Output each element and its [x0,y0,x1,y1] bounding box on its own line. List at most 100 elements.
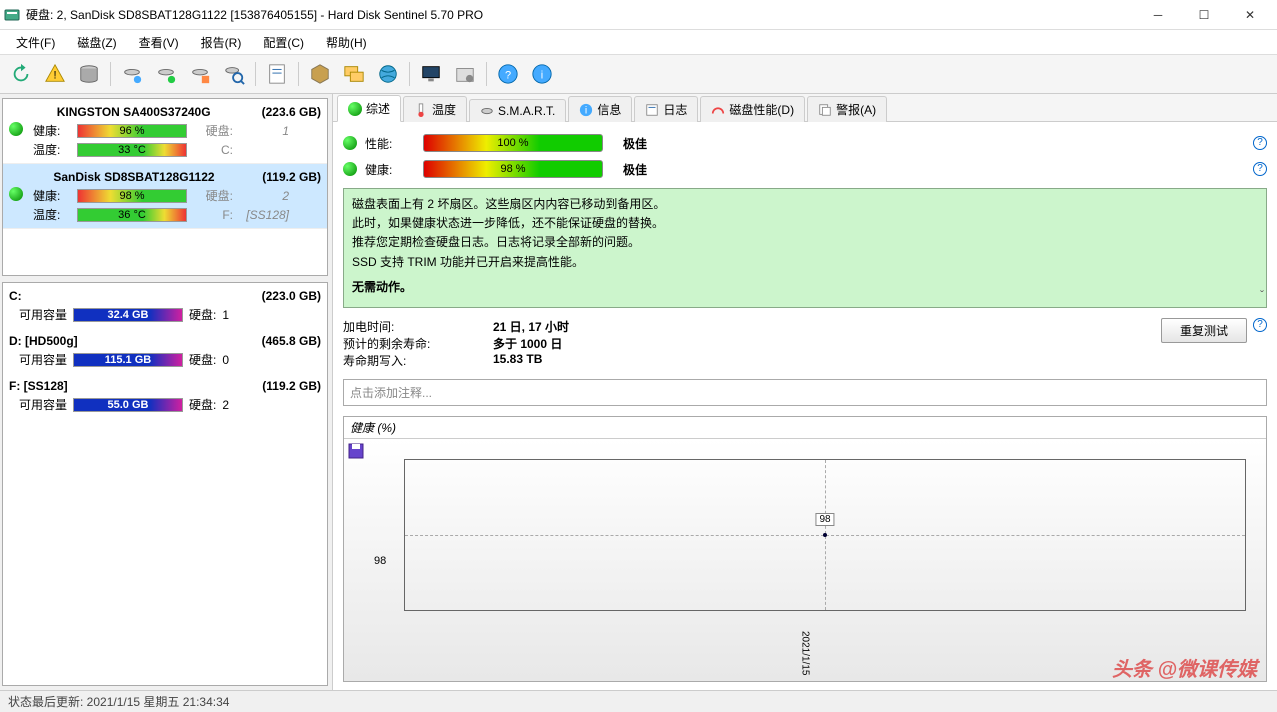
gauge-icon [711,103,725,117]
power-info: 加电时间: 预计的剩余寿命: 寿命期写入: 21 日, 17 小时 多于 100… [343,314,1267,373]
tab-label: 温度 [432,101,456,118]
minimize-button[interactable]: ─ [1135,0,1181,30]
status-text: 状态最后更新: 2021/1/15 星期五 21:34:34 [8,693,229,710]
help-icon[interactable]: ? [1253,136,1267,150]
folders-button[interactable] [339,59,369,89]
drive-meta-value: [SS128] [239,208,289,222]
avail-label: 可用容量 [9,396,67,413]
cube-button[interactable] [305,59,335,89]
performance-row: 性能: 100 % 极佳 ? [343,130,1267,156]
disk-test3-button[interactable] [185,59,215,89]
disk-search-button[interactable] [219,59,249,89]
disk-meta-value: 1 [239,124,289,138]
part-meta-label: 硬盘: [189,351,216,368]
chart-area[interactable]: 98 98 2021/1/15 [344,439,1266,681]
partition-item[interactable]: D: [HD500g](465.8 GB) 可用容量 115.1 GB 硬盘: … [3,328,327,373]
part-meta-label: 硬盘: [189,306,216,323]
tab-label: 日志 [663,101,687,118]
menu-help[interactable]: 帮助(H) [316,32,377,53]
refresh-button[interactable] [6,59,36,89]
chevron-down-icon[interactable]: ˇ [1260,286,1264,305]
status-indicator-icon [343,136,357,150]
perf-label: 性能: [365,135,415,152]
disk-meta-label: 硬盘: [193,122,233,139]
health-chart: 健康 (%) 98 98 2021/1/15 [343,416,1267,682]
perf-rating: 极佳 [623,135,647,152]
disk-list[interactable]: KINGSTON SA400S37240G (223.6 GB) 健康: 96 … [2,98,328,276]
tab-alert[interactable]: 警报(A) [807,96,887,122]
help-icon[interactable]: ? [1253,318,1267,332]
menu-file[interactable]: 文件(F) [6,32,65,53]
thermometer-icon [414,103,428,117]
retest-button[interactable]: 重复测试 [1161,318,1247,343]
tab-log[interactable]: 日志 [634,96,698,122]
disk-item[interactable]: KINGSTON SA400S37240G (223.6 GB) 健康: 96 … [3,99,327,164]
svg-text:?: ? [505,70,511,82]
menu-disk[interactable]: 磁盘(Z) [67,32,126,53]
menu-config[interactable]: 配置(C) [253,32,314,53]
disk-name: SanDisk SD8SBAT128G1122 [9,170,259,184]
tab-info[interactable]: i信息 [568,96,632,122]
tab-performance[interactable]: 磁盘性能(D) [700,96,805,122]
help-button[interactable]: ? [493,59,523,89]
written-label: 寿命期写入: [343,352,493,369]
svg-text:!: ! [53,70,56,82]
temp-bar: 36 °C [77,208,187,222]
info-action: 无需动作。 [352,278,1258,297]
disk-size: (119.2 GB) [262,170,321,184]
status-indicator-icon [343,162,357,176]
report-button[interactable] [262,59,292,89]
info-button[interactable]: i [527,59,557,89]
disk-test1-button[interactable] [117,59,147,89]
monitor-button[interactable] [416,59,446,89]
disk-test2-button[interactable] [151,59,181,89]
health-indicator-icon [9,187,27,204]
tab-label: S.M.A.R.T. [498,104,555,118]
maximize-button[interactable]: ☐ [1181,0,1227,30]
partition-list[interactable]: C:(223.0 GB) 可用容量 32.4 GB 硬盘: 1 D: [HD50… [2,282,328,686]
partition-item[interactable]: C:(223.0 GB) 可用容量 32.4 GB 硬盘: 1 [3,283,327,328]
disk-button[interactable] [74,59,104,89]
tab-label: 磁盘性能(D) [729,101,794,118]
toolbar: ! ? i [0,54,1277,94]
close-button[interactable]: ✕ [1227,0,1273,30]
left-panel: KINGSTON SA400S37240G (223.6 GB) 健康: 96 … [0,94,332,690]
partition-item[interactable]: F: [SS128](119.2 GB) 可用容量 55.0 GB 硬盘: 2 [3,373,327,418]
titlebar: 硬盘: 2, SanDisk SD8SBAT128G1122 [15387640… [0,0,1277,30]
health-indicator-icon [9,122,27,139]
temp-label: 温度: [33,141,71,158]
settings-button[interactable] [450,59,480,89]
statusbar: 状态最后更新: 2021/1/15 星期五 21:34:34 [0,690,1277,712]
part-meta-value: 0 [222,353,229,367]
temp-bar: 33 °C [77,143,187,157]
globe-button[interactable] [373,59,403,89]
partition-name: D: [HD500g] [9,334,262,348]
copy-icon [818,103,832,117]
partition-name: C: [9,289,262,303]
disk-item[interactable]: SanDisk SD8SBAT128G1122 (119.2 GB) 健康: 9… [3,164,327,229]
menu-report[interactable]: 报告(R) [191,32,252,53]
tab-overview[interactable]: 综述 [337,95,401,122]
disk-size: (223.6 GB) [262,105,321,119]
save-icon[interactable] [348,443,364,459]
avail-bar: 115.1 GB [73,353,183,367]
part-meta-value: 2 [222,398,229,412]
drive-meta-label: C: [193,143,233,157]
watermark: 头条 @微课传媒 [1112,653,1257,682]
uptime-label: 加电时间: [343,318,493,335]
menu-view[interactable]: 查看(V) [129,32,189,53]
tabs: 综述 温度 S.M.A.R.T. i信息 日志 磁盘性能(D) 警报(A) [333,94,1277,122]
info-line: 推荐您定期检查硬盘日志。日志将记录全部新的问题。 [352,233,1258,252]
svg-text:i: i [585,104,587,116]
help-icon[interactable]: ? [1253,162,1267,176]
partition-size: (465.8 GB) [262,334,321,348]
chart-point [823,533,827,537]
avail-label: 可用容量 [9,306,67,323]
annotation-input[interactable]: 点击添加注释... [343,379,1267,406]
tab-temperature[interactable]: 温度 [403,96,467,122]
warning-button[interactable]: ! [40,59,70,89]
avail-label: 可用容量 [9,351,67,368]
tab-smart[interactable]: S.M.A.R.T. [469,99,566,122]
part-meta-label: 硬盘: [189,396,216,413]
chart-title: 健康 (%) [344,417,1266,439]
